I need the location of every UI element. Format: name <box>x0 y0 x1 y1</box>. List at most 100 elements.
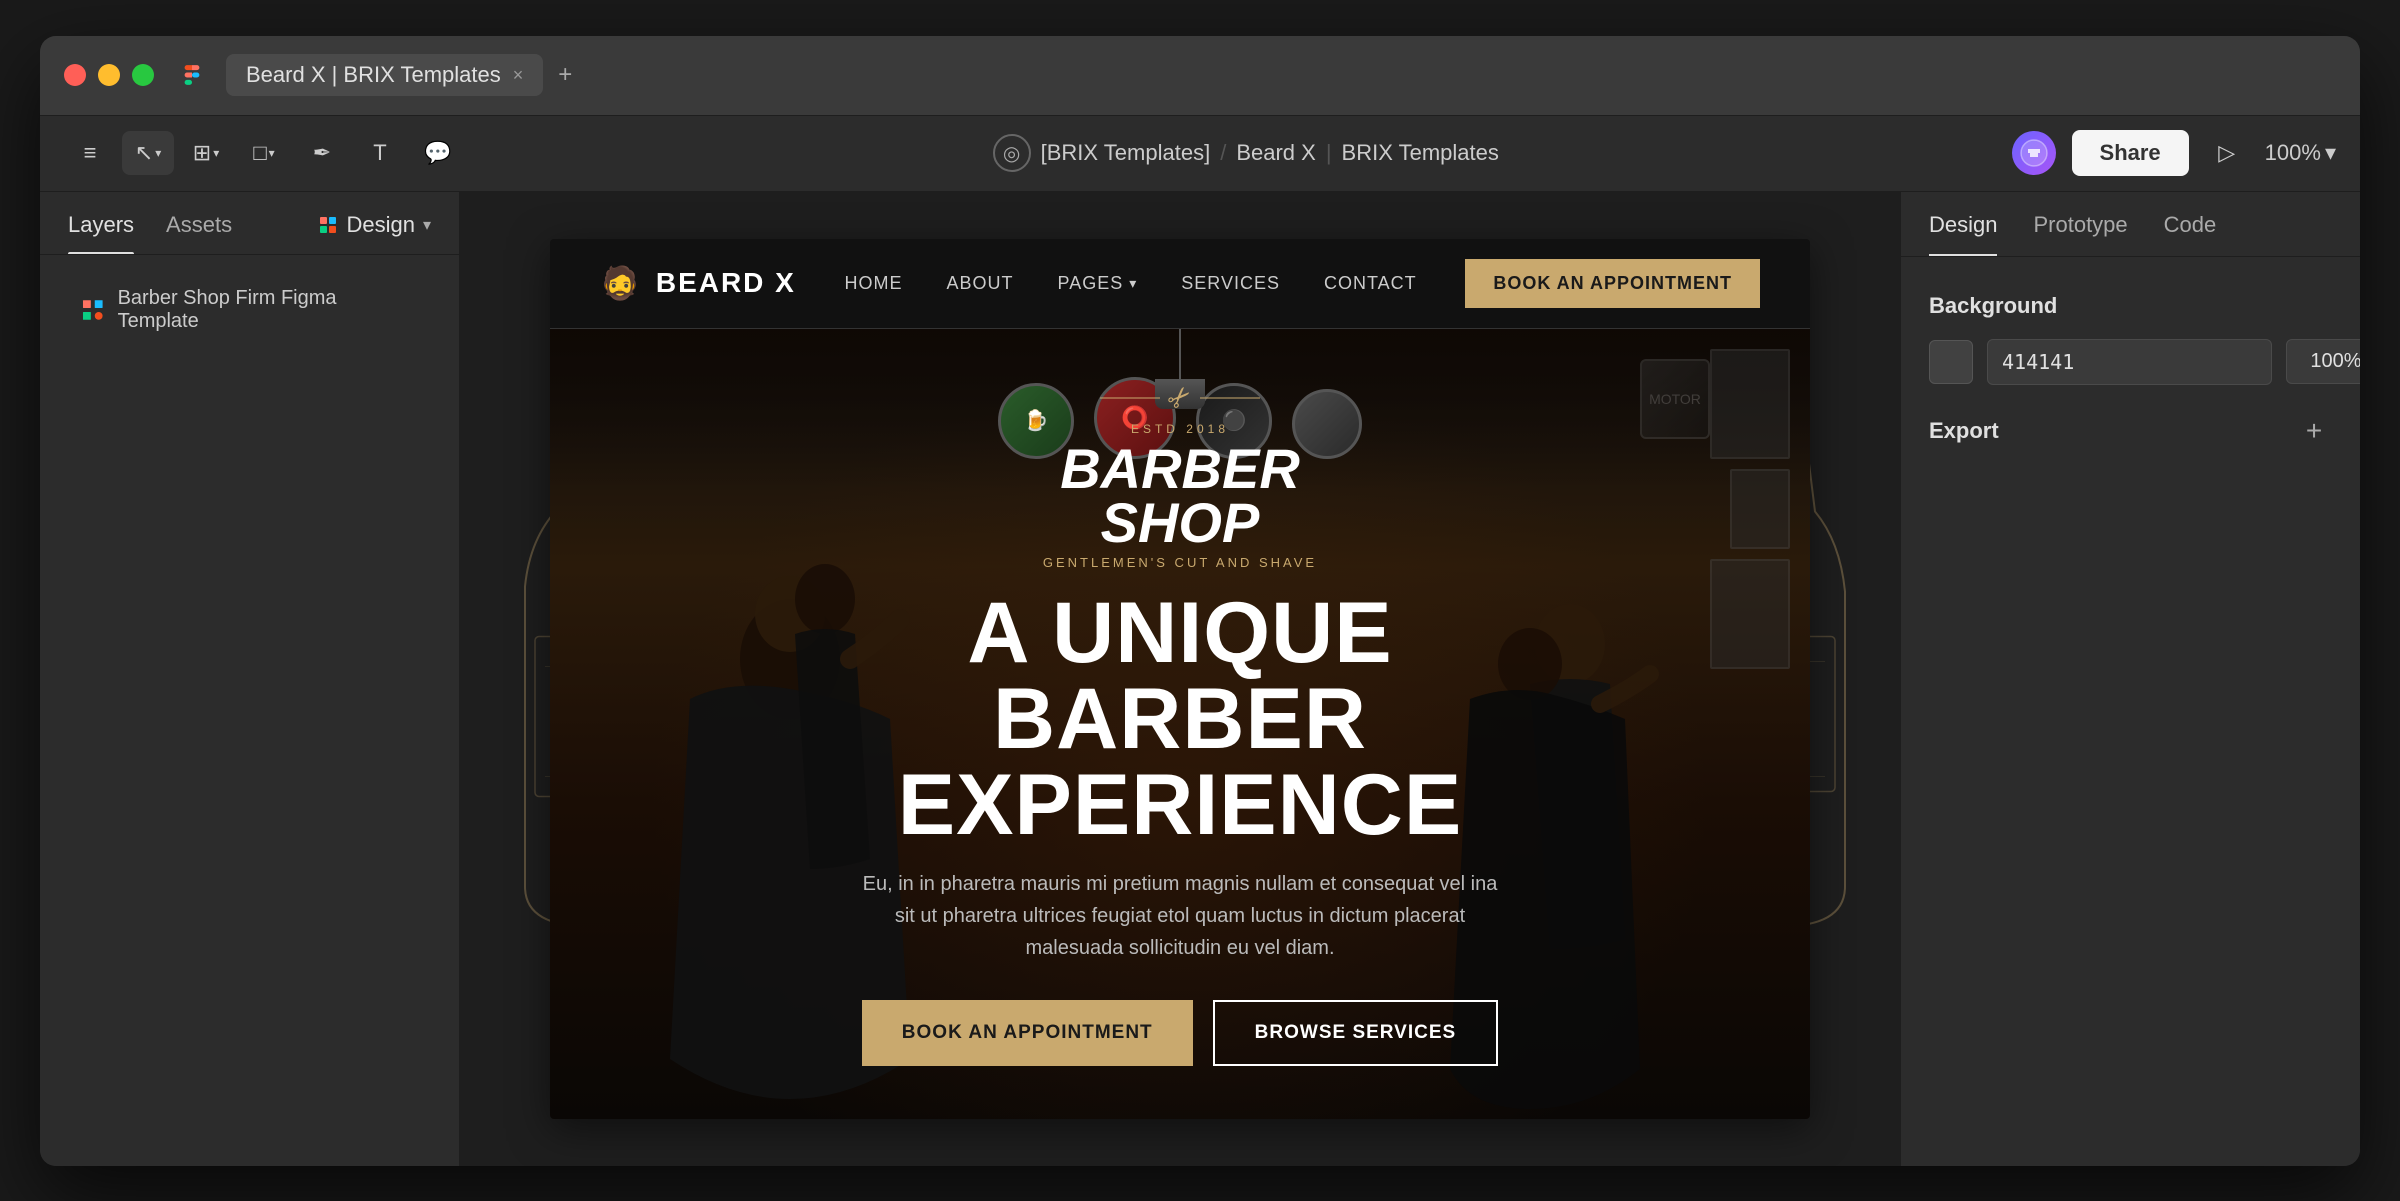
logo-mustache-icon: 🧔 <box>600 264 642 302</box>
background-color-swatch[interactable] <box>1929 340 1973 384</box>
zoom-value: 100% <box>2265 140 2321 166</box>
design-dropdown-label[interactable]: Design <box>346 212 414 238</box>
nav-about[interactable]: ABOUT <box>947 273 1014 294</box>
toolbar-left-tools: ≡ ↖ ▾ ⊞ ▾ □ ▾ ✒ T 💬 <box>64 131 464 175</box>
shop-text: Shop <box>1101 491 1260 554</box>
breadcrumb-org: [BRIX Templates] <box>1041 140 1211 166</box>
site-nav-links: HOME ABOUT PAGES ▾ SERVICES CONTACT <box>845 273 1417 294</box>
close-button[interactable] <box>64 64 86 86</box>
left-sidebar: Layers Assets Design ▾ <box>40 192 460 1166</box>
site-logo: 🧔 BEARD X <box>600 264 796 302</box>
shape-icon: □ <box>253 140 266 166</box>
maximize-button[interactable] <box>132 64 154 86</box>
tab-assets[interactable]: Assets <box>166 212 232 254</box>
hamburger-menu-button[interactable]: ≡ <box>64 131 116 175</box>
toolbar-right: Share ▷ 100% ▾ <box>2012 130 2336 176</box>
hero-title-line2: EXPERIENCE <box>898 757 1462 853</box>
shape-chevron-icon: ▾ <box>269 146 275 160</box>
pen-icon: ✒ <box>313 140 331 166</box>
zoom-chevron-icon: ▾ <box>2325 140 2336 166</box>
canvas-area[interactable]: gine Gringo <box>460 192 1900 1166</box>
hero-badge-sub: GENTLEMEN'S CUT AND SHAVE <box>1043 555 1317 570</box>
frame-chevron-icon: ▾ <box>213 146 219 160</box>
export-section-header: Export <box>1929 418 1999 444</box>
main-content: Layers Assets Design ▾ <box>40 192 2360 1166</box>
collaborator-avatar <box>2012 131 2056 175</box>
background-color-row: 👁 <box>1929 339 2332 385</box>
hero-subtitle: Eu, in in pharetra mauris mi pretium mag… <box>860 868 1500 964</box>
hero-content: ✂ ESTD 2018 Barber Shop GENTLEMEN'S CUT … <box>780 381 1580 1065</box>
zoom-control[interactable]: 100% ▾ <box>2265 140 2336 166</box>
site-cta-button[interactable]: BOOK AN APPOINTMENT <box>1465 259 1760 308</box>
layer-figma-icon <box>82 299 104 321</box>
app-window: Beard X | BRIX Templates × + ≡ ↖ ▾ ⊞ ▾ □… <box>40 36 2360 1166</box>
right-panel-content: Background 👁 Export + <box>1901 257 2360 1166</box>
nav-pages[interactable]: PAGES ▾ <box>1058 273 1138 294</box>
nav-contact[interactable]: CONTACT <box>1324 273 1417 294</box>
play-icon: ▷ <box>2218 140 2235 166</box>
breadcrumb: ◎ [BRIX Templates] / Beard X | BRIX Temp… <box>993 134 1499 172</box>
comment-tool-button[interactable]: 💬 <box>412 131 464 175</box>
toolbar: ≡ ↖ ▾ ⊞ ▾ □ ▾ ✒ T 💬 <box>40 116 2360 192</box>
tab-code[interactable]: Code <box>2164 212 2217 256</box>
select-tool-button[interactable]: ↖ ▾ <box>122 131 174 175</box>
figma-logo-icon[interactable] <box>178 61 206 89</box>
export-add-button[interactable]: + <box>2296 413 2332 449</box>
tab-bar: Beard X | BRIX Templates × + <box>226 54 2336 96</box>
breadcrumb-page[interactable]: BRIX Templates <box>1342 140 1499 166</box>
hero-badge-title: Barber Shop <box>1060 442 1300 548</box>
right-panel: Design Prototype Code Background 👁 <box>1900 192 2360 1166</box>
layer-item-barber-shop[interactable]: Barber Shop Firm Figma Template <box>68 275 431 345</box>
background-opacity-input[interactable] <box>2286 339 2360 384</box>
wall-art <box>1710 349 1790 669</box>
text-tool-button[interactable]: T <box>354 131 406 175</box>
figma-collab-icon <box>2020 139 2048 167</box>
breadcrumb-file[interactable]: Beard X <box>1236 140 1316 166</box>
breadcrumb-separator2: | <box>1326 140 1332 166</box>
hamburger-icon: ≡ <box>84 140 97 166</box>
scissors-decoration: ✂ <box>1100 381 1259 414</box>
website-preview: 🧔 BEARD X HOME ABOUT PAGES ▾ SERVICES CO… <box>550 239 1810 1119</box>
shape-tool-button[interactable]: □ ▾ <box>238 131 290 175</box>
nav-home[interactable]: HOME <box>845 273 903 294</box>
tab-prototype[interactable]: Prototype <box>2033 212 2127 256</box>
hero-primary-button[interactable]: BOOK AN APPOINTMENT <box>862 1000 1193 1066</box>
site-hero: 🍺 ⭕ ⚫ <box>550 329 1810 1119</box>
tab-design[interactable]: Design <box>1929 212 1997 256</box>
hero-buttons: BOOK AN APPOINTMENT BROWSE SERVICES <box>820 1000 1540 1066</box>
title-bar: Beard X | BRIX Templates × + <box>40 36 2360 116</box>
design-plugin-icon <box>318 215 338 235</box>
nav-services[interactable]: SERVICES <box>1181 273 1280 294</box>
hero-secondary-button[interactable]: BROWSE SERVICES <box>1213 1000 1499 1066</box>
logo-text: BEARD X <box>656 267 796 299</box>
tab-layers[interactable]: Layers <box>68 212 134 254</box>
tab-close-icon[interactable]: × <box>513 65 524 86</box>
pen-tool-button[interactable]: ✒ <box>296 131 348 175</box>
hero-title: A UNIQUE BARBER EXPERIENCE <box>820 590 1540 848</box>
tool-chevron-icon: ▾ <box>155 146 161 160</box>
new-tab-button[interactable]: + <box>547 57 583 93</box>
share-button[interactable]: Share <box>2072 130 2189 176</box>
active-tab[interactable]: Beard X | BRIX Templates × <box>226 54 543 96</box>
toolbar-center: ◎ [BRIX Templates] / Beard X | BRIX Temp… <box>488 134 2004 172</box>
layer-item-label: Barber Shop Firm Figma Template <box>118 287 417 333</box>
background-color-input[interactable] <box>1987 339 2272 385</box>
right-panel-tab-bar: Design Prototype Code <box>1901 192 2360 257</box>
hero-badge: ✂ ESTD 2018 Barber Shop GENTLEMEN'S CUT … <box>820 381 1540 569</box>
breadcrumb-separator: / <box>1220 140 1226 166</box>
user-avatar-icon: ◎ <box>993 134 1031 172</box>
text-tool-icon: T <box>373 140 386 166</box>
hero-title-line1: A UNIQUE BARBER <box>967 585 1392 767</box>
cursor-icon: ↖ <box>135 140 153 166</box>
site-navbar: 🧔 BEARD X HOME ABOUT PAGES ▾ SERVICES CO… <box>550 239 1810 329</box>
frame-icon: ⊞ <box>193 140 211 166</box>
frame-tool-button[interactable]: ⊞ ▾ <box>180 131 232 175</box>
sidebar-content: Barber Shop Firm Figma Template <box>40 255 459 1166</box>
sidebar-tab-bar: Layers Assets Design ▾ <box>40 192 459 255</box>
present-button[interactable]: ▷ <box>2205 131 2249 175</box>
motor-oil-decoration: MOTOR <box>1640 359 1710 439</box>
export-section-row: Export + <box>1929 413 2332 449</box>
comment-icon: 💬 <box>424 140 451 166</box>
minimize-button[interactable] <box>98 64 120 86</box>
hero-badge-estd: ESTD 2018 <box>1131 422 1229 436</box>
